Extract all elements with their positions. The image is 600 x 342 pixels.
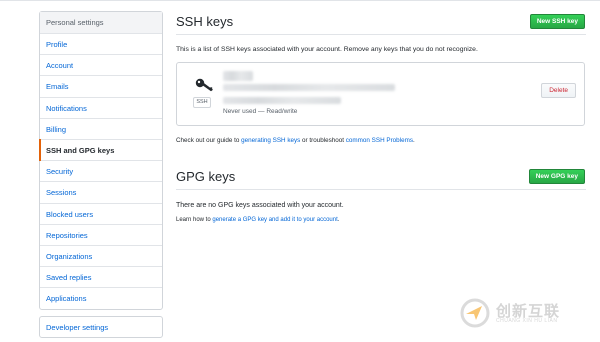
- ssh-section-header: SSH keys New SSH key: [176, 11, 586, 35]
- sidebar-item-profile[interactable]: Profile: [40, 34, 162, 56]
- redacted-key-fingerprint: [223, 84, 395, 91]
- ssh-guide-text: Check out our guide to generating SSH ke…: [176, 137, 586, 144]
- sidebar-item-organizations[interactable]: Organizations: [40, 246, 162, 268]
- ssh-key-item: SSH Never used — Read/write Delete: [176, 62, 585, 126]
- ssh-badge: SSH: [193, 97, 211, 108]
- redacted-key-added-date: [223, 97, 341, 104]
- guide-suffix: .: [412, 137, 415, 144]
- sidebar-item-sessions[interactable]: Sessions: [40, 182, 162, 204]
- guide-middle: or troubleshoot: [300, 137, 346, 144]
- new-gpg-key-button[interactable]: New GPG key: [528, 169, 585, 184]
- sidebar-item-blocked-users[interactable]: Blocked users: [40, 204, 162, 225]
- sidebar-item-billing[interactable]: Billing: [40, 119, 162, 140]
- key-usage-meta: Never used — Read/write: [223, 108, 298, 115]
- ssh-description: This is a list of SSH keys associated wi…: [176, 46, 478, 53]
- sidebar-item-applications[interactable]: Applications: [40, 288, 162, 309]
- sidebar-item-account[interactable]: Account: [40, 55, 162, 77]
- sidebar-item-repositories[interactable]: Repositories: [40, 225, 162, 246]
- key-icon: [195, 78, 213, 92]
- top-divider: [0, 0, 600, 1]
- guide-prefix: Check out our guide to: [176, 137, 242, 144]
- sidebar-item-emails[interactable]: Emails: [40, 76, 162, 98]
- watermark-logo-icon: [460, 298, 490, 328]
- learn-suffix: .: [337, 217, 340, 223]
- sidebar-item-saved-replies[interactable]: Saved replies: [40, 267, 162, 289]
- developer-settings-link[interactable]: Developer settings: [39, 316, 163, 338]
- learn-prefix: Learn how to: [176, 217, 213, 223]
- gpg-empty-message: There are no GPG keys associated with yo…: [176, 202, 344, 209]
- common-ssh-problems-link[interactable]: common SSH Problems: [346, 137, 413, 144]
- gpg-keys-title: GPG keys: [176, 169, 236, 184]
- redacted-key-title: [223, 71, 253, 81]
- watermark-subtext: CHUANG XIN HU LIAN: [496, 318, 558, 324]
- delete-key-button[interactable]: Delete: [541, 83, 576, 98]
- gpg-section-header: GPG keys New GPG key: [176, 166, 586, 190]
- generate-gpg-key-link[interactable]: generate a GPG key and add it to your ac…: [212, 217, 337, 223]
- sidebar-item-notifications[interactable]: Notifications: [40, 98, 162, 119]
- sidebar-item-ssh-gpg-keys[interactable]: SSH and GPG keys: [39, 138, 162, 162]
- watermark: 创新互联 CHUANG XIN HU LIAN: [460, 298, 590, 328]
- gpg-learn-text: Learn how to generate a GPG key and add …: [176, 217, 586, 223]
- generating-ssh-keys-link[interactable]: generating SSH keys: [241, 137, 300, 144]
- sidebar-item-security[interactable]: Security: [40, 161, 162, 183]
- sidebar-header: Personal settings: [40, 12, 162, 34]
- ssh-keys-title: SSH keys: [176, 14, 234, 29]
- main-content: SSH keys New SSH key This is a list of S…: [176, 11, 586, 223]
- settings-sidebar: Personal settings Profile Account Emails…: [39, 11, 163, 311]
- new-ssh-key-button[interactable]: New SSH key: [529, 14, 585, 29]
